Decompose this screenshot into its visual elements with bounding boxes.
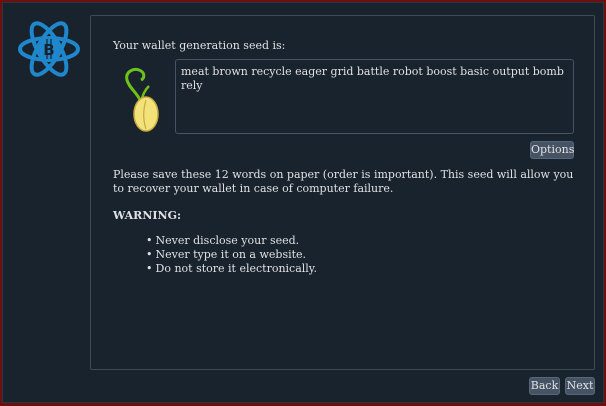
next-button[interactable]: Next (565, 377, 595, 395)
seed-panel: Your wallet generation seed is: meat bro… (90, 15, 595, 370)
warning-label: WARNING: (113, 209, 182, 222)
electrum-logo-icon: B (18, 21, 80, 77)
back-button[interactable]: Back (529, 377, 560, 395)
seed-text-area[interactable]: meat brown recycle eager grid battle rob… (175, 59, 574, 134)
warning-item: Never type it on a website. (146, 248, 317, 262)
warning-list: Never disclose your seed. Never type it … (146, 234, 318, 276)
warning-item: Never disclose your seed. (146, 234, 317, 248)
sprouting-seed-icon (125, 68, 159, 132)
svg-text:B: B (43, 41, 54, 59)
warning-item: Do not store it electronically. (146, 262, 318, 276)
wizard-window: B Your wallet generation seed is: meat b… (2, 2, 604, 403)
seed-heading: Your wallet generation seed is: (113, 39, 286, 52)
seed-instructions: Please save these 12 words on paper (ord… (113, 168, 574, 195)
options-button[interactable]: Options (530, 141, 574, 159)
